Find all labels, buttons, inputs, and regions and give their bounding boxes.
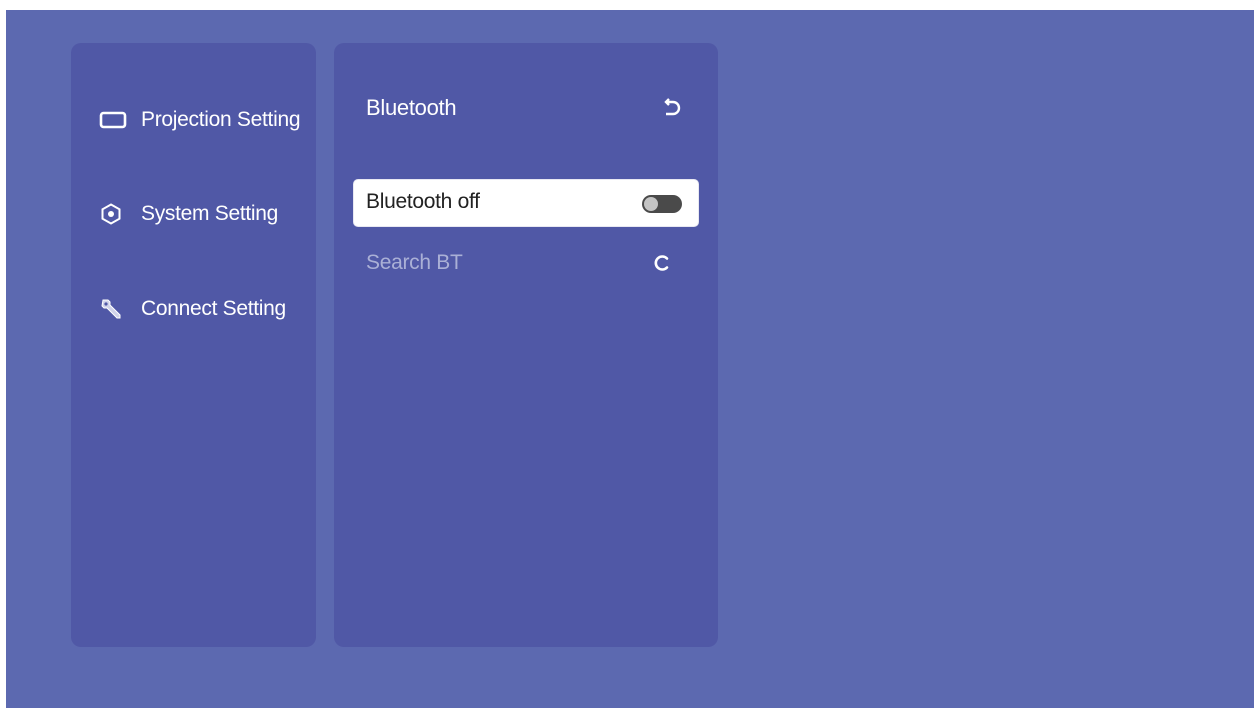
sidebar-item-label: System Setting: [141, 202, 279, 225]
sidebar-item-connect-setting[interactable]: Connect Setting: [99, 293, 286, 325]
sidebar-item-system-setting[interactable]: System Setting: [99, 198, 278, 230]
back-button[interactable]: [660, 97, 684, 121]
screen-icon: [99, 108, 129, 132]
refresh-icon: [654, 255, 669, 271]
bluetooth-panel: Bluetooth Bluetooth off Search BT: [334, 43, 718, 647]
search-bt-row[interactable]: Search BT: [366, 246, 696, 282]
sidebar-item-label: Projection Setting: [141, 108, 301, 131]
sidebar-item-projection-setting[interactable]: Projection Setting: [99, 104, 301, 136]
bluetooth-toggle-row[interactable]: Bluetooth off: [354, 180, 698, 226]
bluetooth-status-label: Bluetooth off: [366, 190, 480, 213]
projector-settings-screen: Projection Setting System Setting Connec…: [6, 10, 1254, 708]
sidebar-item-label: Connect Setting: [141, 297, 286, 320]
settings-icon: [99, 202, 129, 226]
settings-sidebar: Projection Setting System Setting Connec…: [71, 43, 316, 647]
page-title: Bluetooth: [366, 95, 457, 120]
search-bt-label: Search BT: [366, 251, 463, 274]
wrench-icon: [99, 297, 129, 321]
back-arrow-icon: [664, 98, 681, 116]
toggle-knob: [644, 197, 658, 211]
bluetooth-toggle[interactable]: [642, 195, 682, 213]
